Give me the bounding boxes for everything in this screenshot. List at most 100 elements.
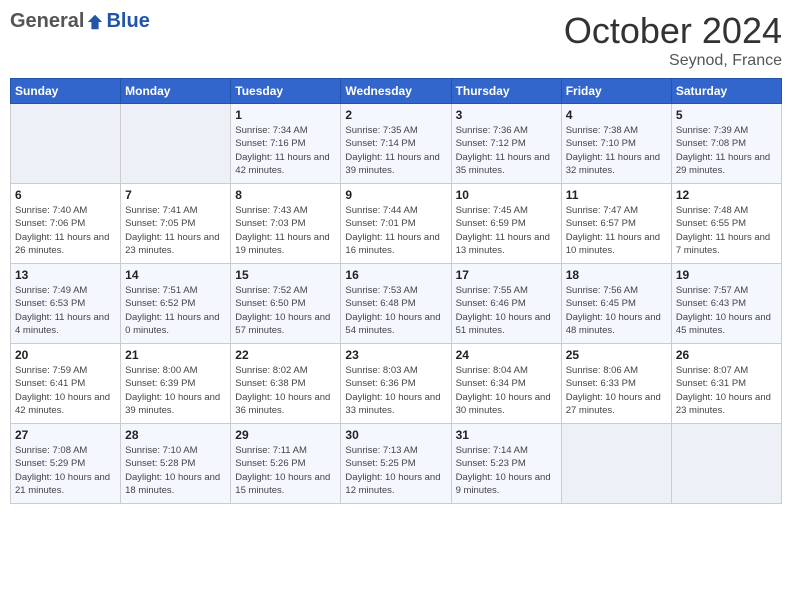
day-info: Sunrise: 7:52 AM Sunset: 6:50 PM Dayligh… bbox=[235, 284, 336, 337]
day-info: Sunrise: 7:36 AM Sunset: 7:12 PM Dayligh… bbox=[456, 124, 557, 177]
calendar-cell: 29Sunrise: 7:11 AM Sunset: 5:26 PM Dayli… bbox=[231, 424, 341, 504]
day-number: 7 bbox=[125, 188, 226, 202]
calendar-cell: 15Sunrise: 7:52 AM Sunset: 6:50 PM Dayli… bbox=[231, 264, 341, 344]
month-title: October 2024 bbox=[564, 10, 782, 52]
weekday-header-monday: Monday bbox=[121, 79, 231, 104]
calendar-week-3: 13Sunrise: 7:49 AM Sunset: 6:53 PM Dayli… bbox=[11, 264, 782, 344]
day-info: Sunrise: 7:44 AM Sunset: 7:01 PM Dayligh… bbox=[345, 204, 446, 257]
day-info: Sunrise: 7:11 AM Sunset: 5:26 PM Dayligh… bbox=[235, 444, 336, 497]
calendar-cell bbox=[671, 424, 781, 504]
calendar-cell: 8 Sunrise: 7:43 AM Sunset: 7:03 PM Daylig… bbox=[231, 184, 341, 264]
calendar-cell: 6Sunrise: 7:40 AM Sunset: 7:06 PM Daylig… bbox=[11, 184, 121, 264]
day-number: 27 bbox=[15, 428, 116, 442]
day-info: Sunrise: 7:57 AM Sunset: 6:43 PM Dayligh… bbox=[676, 284, 777, 337]
day-info: Sunrise: 7:45 AM Sunset: 6:59 PM Dayligh… bbox=[456, 204, 557, 257]
day-info: Sunrise: 8:07 AM Sunset: 6:31 PM Dayligh… bbox=[676, 364, 777, 417]
day-info: Sunrise: 7:43 AM Sunset: 7:03 PM Dayligh… bbox=[235, 204, 336, 257]
day-info: Sunrise: 7:14 AM Sunset: 5:23 PM Dayligh… bbox=[456, 444, 557, 497]
day-info: Sunrise: 7:59 AM Sunset: 6:41 PM Dayligh… bbox=[15, 364, 116, 417]
day-number: 25 bbox=[566, 348, 667, 362]
logo-blue-text: Blue bbox=[106, 10, 149, 33]
calendar-week-1: 1 Sunrise: 7:34 AM Sunset: 7:16 PM Daylig… bbox=[11, 104, 782, 184]
day-number: 24 bbox=[456, 348, 557, 362]
day-number: 12 bbox=[676, 188, 777, 202]
calendar-cell: 25 Sunrise: 8:06 AM Sunset: 6:33 PM Dayli… bbox=[561, 344, 671, 424]
day-info: Sunrise: 7:13 AM Sunset: 5:25 PM Dayligh… bbox=[345, 444, 446, 497]
calendar-cell: 28 Sunrise: 7:10 AM Sunset: 5:28 PM Dayli… bbox=[121, 424, 231, 504]
calendar-cell: 11 Sunrise: 7:47 AM Sunset: 6:57 PM Dayli… bbox=[561, 184, 671, 264]
day-number: 6 bbox=[15, 188, 116, 202]
weekday-header-wednesday: Wednesday bbox=[341, 79, 451, 104]
title-block: October 2024 Seynod, France bbox=[564, 10, 782, 70]
day-info: Sunrise: 8:00 AM Sunset: 6:39 PM Dayligh… bbox=[125, 364, 226, 417]
weekday-header-tuesday: Tuesday bbox=[231, 79, 341, 104]
logo-icon bbox=[86, 13, 104, 31]
calendar-cell: 20 Sunrise: 7:59 AM Sunset: 6:41 PM Dayli… bbox=[11, 344, 121, 424]
page-header: General Blue October 2024 Seynod, France bbox=[10, 10, 782, 70]
calendar-week-5: 27 Sunrise: 7:08 AM Sunset: 5:29 PM Dayli… bbox=[11, 424, 782, 504]
day-number: 19 bbox=[676, 268, 777, 282]
day-number: 8 bbox=[235, 188, 336, 202]
day-number: 21 bbox=[125, 348, 226, 362]
weekday-header-row: SundayMondayTuesdayWednesdayThursdayFrid… bbox=[11, 79, 782, 104]
day-number: 14 bbox=[125, 268, 226, 282]
location-subtitle: Seynod, France bbox=[564, 52, 782, 70]
day-number: 16 bbox=[345, 268, 446, 282]
day-number: 20 bbox=[15, 348, 116, 362]
day-info: Sunrise: 7:34 AM Sunset: 7:16 PM Dayligh… bbox=[235, 124, 336, 177]
calendar-cell: 16 Sunrise: 7:53 AM Sunset: 6:48 PM Dayli… bbox=[341, 264, 451, 344]
calendar-cell: 2 Sunrise: 7:35 AM Sunset: 7:14 PM Daylig… bbox=[341, 104, 451, 184]
calendar-cell: 9 Sunrise: 7:44 AM Sunset: 7:01 PM Daylig… bbox=[341, 184, 451, 264]
calendar-cell bbox=[11, 104, 121, 184]
day-number: 9 bbox=[345, 188, 446, 202]
day-number: 2 bbox=[345, 108, 446, 122]
day-number: 10 bbox=[456, 188, 557, 202]
weekday-header-sunday: Sunday bbox=[11, 79, 121, 104]
day-number: 18 bbox=[566, 268, 667, 282]
calendar-cell: 13Sunrise: 7:49 AM Sunset: 6:53 PM Dayli… bbox=[11, 264, 121, 344]
day-info: Sunrise: 7:51 AM Sunset: 6:52 PM Dayligh… bbox=[125, 284, 226, 337]
calendar-week-4: 20 Sunrise: 7:59 AM Sunset: 6:41 PM Dayli… bbox=[11, 344, 782, 424]
day-number: 31 bbox=[456, 428, 557, 442]
calendar-cell: 5Sunrise: 7:39 AM Sunset: 7:08 PM Daylig… bbox=[671, 104, 781, 184]
calendar-cell: 17Sunrise: 7:55 AM Sunset: 6:46 PM Dayli… bbox=[451, 264, 561, 344]
calendar-week-2: 6Sunrise: 7:40 AM Sunset: 7:06 PM Daylig… bbox=[11, 184, 782, 264]
calendar-header: SundayMondayTuesdayWednesdayThursdayFrid… bbox=[11, 79, 782, 104]
calendar-cell: 14 Sunrise: 7:51 AM Sunset: 6:52 PM Dayli… bbox=[121, 264, 231, 344]
day-number: 22 bbox=[235, 348, 336, 362]
calendar-body: 1 Sunrise: 7:34 AM Sunset: 7:16 PM Daylig… bbox=[11, 104, 782, 504]
day-number: 17 bbox=[456, 268, 557, 282]
calendar-cell: 27 Sunrise: 7:08 AM Sunset: 5:29 PM Dayli… bbox=[11, 424, 121, 504]
calendar-cell bbox=[561, 424, 671, 504]
calendar-cell: 12 Sunrise: 7:48 AM Sunset: 6:55 PM Dayli… bbox=[671, 184, 781, 264]
day-info: Sunrise: 7:38 AM Sunset: 7:10 PM Dayligh… bbox=[566, 124, 667, 177]
logo: General Blue bbox=[10, 10, 150, 33]
logo-general-text: General bbox=[10, 10, 84, 33]
calendar-cell bbox=[121, 104, 231, 184]
weekday-header-friday: Friday bbox=[561, 79, 671, 104]
day-info: Sunrise: 7:35 AM Sunset: 7:14 PM Dayligh… bbox=[345, 124, 446, 177]
day-number: 3 bbox=[456, 108, 557, 122]
day-info: Sunrise: 7:10 AM Sunset: 5:28 PM Dayligh… bbox=[125, 444, 226, 497]
calendar-cell: 10 Sunrise: 7:45 AM Sunset: 6:59 PM Dayli… bbox=[451, 184, 561, 264]
day-info: Sunrise: 7:08 AM Sunset: 5:29 PM Dayligh… bbox=[15, 444, 116, 497]
day-number: 23 bbox=[345, 348, 446, 362]
day-info: Sunrise: 7:53 AM Sunset: 6:48 PM Dayligh… bbox=[345, 284, 446, 337]
day-number: 4 bbox=[566, 108, 667, 122]
day-info: Sunrise: 8:06 AM Sunset: 6:33 PM Dayligh… bbox=[566, 364, 667, 417]
calendar-cell: 26 Sunrise: 8:07 AM Sunset: 6:31 PM Dayli… bbox=[671, 344, 781, 424]
day-number: 5 bbox=[676, 108, 777, 122]
calendar-cell: 31 Sunrise: 7:14 AM Sunset: 5:23 PM Dayli… bbox=[451, 424, 561, 504]
day-info: Sunrise: 7:56 AM Sunset: 6:45 PM Dayligh… bbox=[566, 284, 667, 337]
calendar-table: SundayMondayTuesdayWednesdayThursdayFrid… bbox=[10, 78, 782, 504]
day-number: 26 bbox=[676, 348, 777, 362]
day-number: 28 bbox=[125, 428, 226, 442]
calendar-cell: 30Sunrise: 7:13 AM Sunset: 5:25 PM Dayli… bbox=[341, 424, 451, 504]
day-number: 1 bbox=[235, 108, 336, 122]
day-info: Sunrise: 7:47 AM Sunset: 6:57 PM Dayligh… bbox=[566, 204, 667, 257]
calendar-cell: 24Sunrise: 8:04 AM Sunset: 6:34 PM Dayli… bbox=[451, 344, 561, 424]
day-number: 11 bbox=[566, 188, 667, 202]
weekday-header-saturday: Saturday bbox=[671, 79, 781, 104]
day-info: Sunrise: 7:48 AM Sunset: 6:55 PM Dayligh… bbox=[676, 204, 777, 257]
calendar-cell: 3 Sunrise: 7:36 AM Sunset: 7:12 PM Daylig… bbox=[451, 104, 561, 184]
